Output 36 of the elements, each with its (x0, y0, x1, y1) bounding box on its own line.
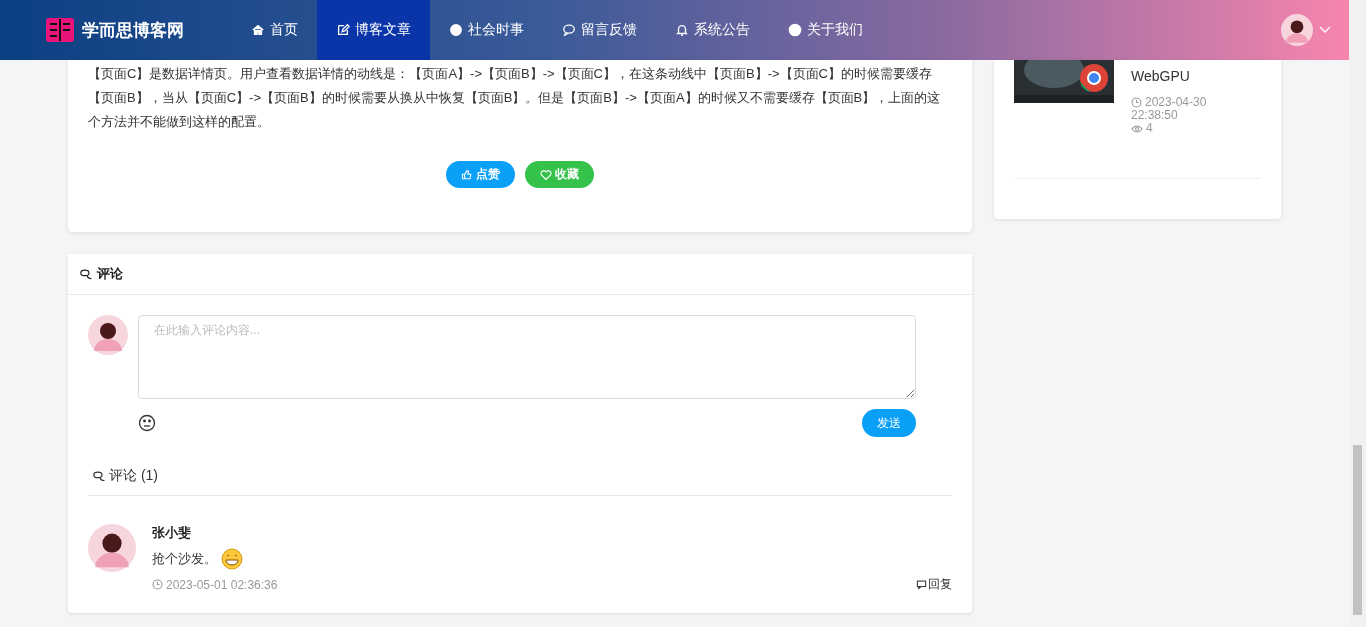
edit-icon (336, 23, 350, 37)
post-views: 4 (1131, 122, 1207, 135)
comment-input[interactable]: 在此输入评论内容... (138, 315, 916, 399)
grin-emoji-icon (221, 548, 243, 570)
avatar (88, 524, 136, 572)
comment-text: 抢个沙发。 (152, 550, 217, 568)
nav-tab[interactable]: 首页 (232, 0, 317, 60)
clock-icon (152, 579, 163, 590)
emoji-icon[interactable] (138, 414, 156, 432)
avatar (1281, 14, 1313, 46)
comments-count: 评论 (1) (109, 467, 158, 485)
nav-tab[interactable]: 关于我们 (769, 0, 882, 60)
avatar (88, 315, 128, 355)
comment-icon (916, 579, 927, 590)
site-title[interactable]: 学而思博客网 (82, 18, 184, 42)
section-title: 评论 (97, 265, 123, 283)
chat-icon (562, 23, 576, 37)
nav-tab[interactable]: 社会时事 (430, 0, 543, 60)
comment-author: 张小斐 (152, 524, 192, 542)
thumbs-up-icon (461, 168, 473, 181)
reply-link[interactable]: 回复 (916, 576, 952, 593)
clock-icon (1131, 97, 1142, 108)
scrollbar[interactable] (1349, 0, 1366, 627)
bell-icon (675, 23, 689, 37)
nav-tab[interactable]: 留言反馈 (543, 0, 656, 60)
home-icon (251, 23, 265, 37)
post-time: 22:38:50 (1131, 109, 1179, 122)
post-date: 2023-04-30 (1131, 96, 1207, 109)
heart-icon (540, 168, 552, 181)
article-text: 【页面C】是数据详情页。用户查看数据详情的动线是：【页面A】->【页面B】->【页面C】，在这条动线中【页面B】->【页面C】的时候需要缓存【页面B】，当从【页面C】->【页面B】的时候需要从换从中恢复【页面B】。但是【页面B】->【页面A】的时候又不需要缓存【页面B】，上面的这个方法并不能做到这样的配置。 (88, 65, 942, 131)
eye-icon (1131, 122, 1143, 135)
nav-tab[interactable]: 博客文章 (317, 0, 430, 60)
comment-time: 2023-05-01 02:36:36 (152, 576, 278, 593)
chevron-down-icon[interactable] (1319, 26, 1331, 34)
nav-tab[interactable]: 系统公告 (656, 0, 769, 60)
post-title[interactable]: WebGPU (1131, 68, 1207, 84)
